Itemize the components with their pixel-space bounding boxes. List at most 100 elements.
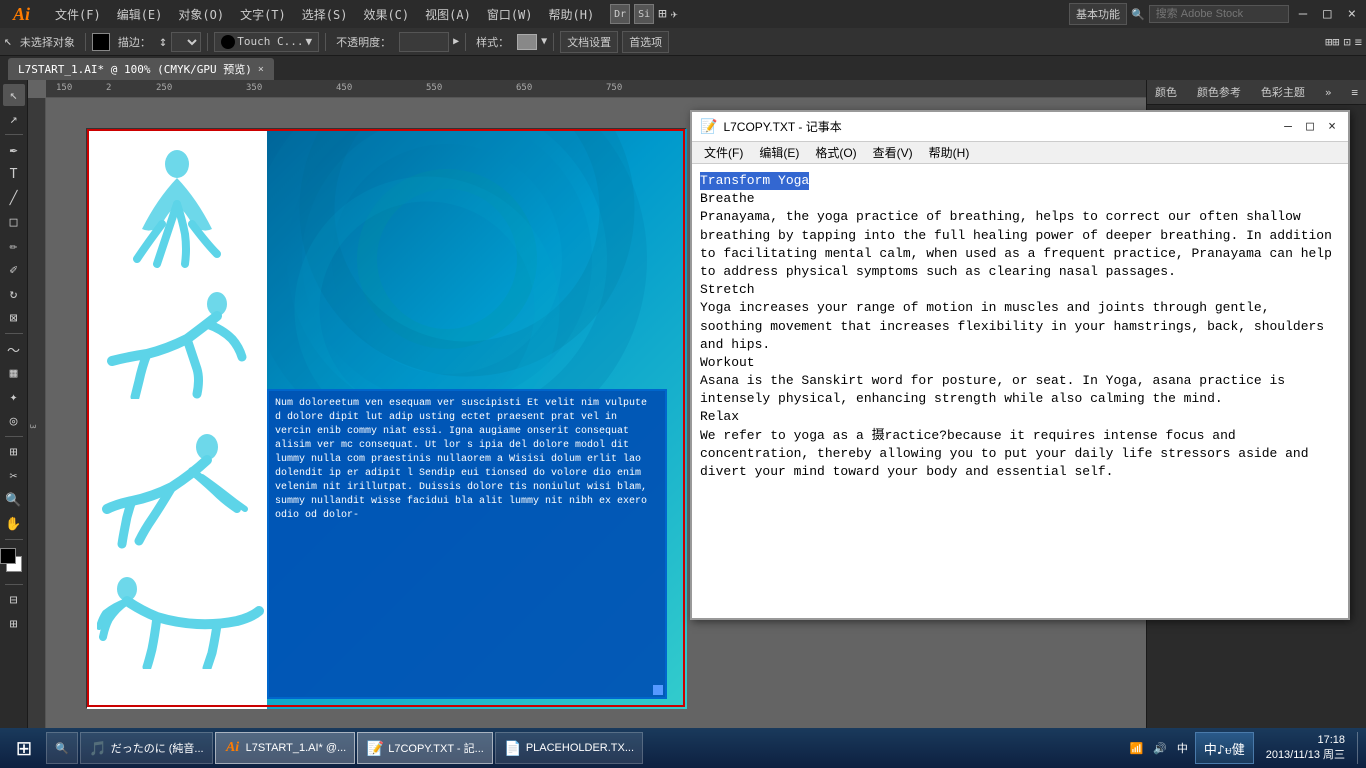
opacity-input[interactable]: 100% [399,32,449,52]
notepad-textarea[interactable] [692,164,1348,618]
menu-window[interactable]: 窗口(W) [479,4,541,25]
taskbar-placeholder-label: PLACEHOLDER.TX... [526,742,634,754]
select-tool-btn[interactable]: ↖ [3,84,25,106]
brush-tool-btn[interactable]: ✏ [3,235,25,257]
active-tab[interactable]: L7START_1.AI* @ 100% (CMYK/GPU 预览) × [8,58,274,80]
notepad-menu-view[interactable]: 查看(V) [865,142,921,163]
type-tool-btn[interactable]: T [3,163,25,185]
stock-search-input[interactable] [1149,5,1289,23]
transform-icon[interactable]: ⊡ [1344,35,1351,49]
menu-file[interactable]: 文件(F) [47,4,109,25]
network-icon[interactable]: 📶 [1126,740,1146,757]
style-chevron-icon[interactable]: ▼ [541,36,547,47]
stroke-icon[interactable]: ↕ [159,34,167,50]
menu-object[interactable]: 对象(O) [170,4,232,25]
system-clock[interactable]: 17:18 2013/11/13 周三 [1258,734,1353,762]
preferences-btn[interactable]: 首选项 [622,31,669,53]
notepad-titlebar[interactable]: 📝 L7COPY.TXT - 记事本 — □ × [692,112,1348,142]
taskbar-search-btn[interactable]: 🔍 [46,732,78,764]
taskbar: ⊞ 🔍 🎵 だったのに (純音... Ai L7START_1.AI* @...… [0,728,1366,768]
tab-close-btn[interactable]: × [258,64,264,75]
notepad-menubar: 文件(F) 编辑(E) 格式(O) 查看(V) 帮助(H) [692,142,1348,164]
taskbar-notepad-label: L7COPY.TXT - 記... [388,740,484,756]
menu-view[interactable]: 视图(A) [417,4,479,25]
pencil-tool-btn[interactable]: ✐ [3,259,25,281]
notepad-menu-help[interactable]: 帮助(H) [921,142,978,163]
warp-tool-btn[interactable]: 〜 [3,338,25,360]
extension-icon-2[interactable]: Si [634,4,654,24]
artboard-tool-btn[interactable]: ⊞ [3,441,25,463]
doc-settings-btn[interactable]: 文档设置 [560,31,618,53]
eyedropper-tool-btn[interactable]: ✦ [3,386,25,408]
color-themes-label: 色彩主题 [1261,84,1305,100]
design-text-content: Num doloreetum ven esequam ver suscipist… [275,397,659,523]
more-options-icon[interactable]: ≡ [1355,35,1362,49]
menu-edit[interactable]: 编辑(E) [109,4,171,25]
minimize-btn[interactable]: — [1293,6,1313,22]
notepad-menu-edit[interactable]: 编辑(E) [751,142,807,163]
maximize-btn[interactable]: □ [1317,6,1337,22]
notepad-minimize-btn[interactable]: — [1280,119,1296,135]
full-screen-btn[interactable]: ⊞ [3,613,25,635]
panel-menu-icon[interactable]: ≡ [1351,86,1358,99]
grid-icon[interactable]: ⊞ [658,6,666,22]
scale-tool-btn[interactable]: ⊠ [3,307,25,329]
menu-effect[interactable]: 效果(C) [355,4,417,25]
close-app-btn[interactable]: × [1342,6,1362,22]
color-panel-header[interactable]: 颜色 颜色参考 色彩主题 » ≡ [1147,80,1366,105]
selection-tool-icon[interactable]: ↖ [4,34,12,49]
notepad-menu-format[interactable]: 格式(O) [807,142,864,163]
fill-color-swatch[interactable] [92,33,110,51]
slice-tool-btn[interactable]: ✂ [3,465,25,487]
pen-tool-btn[interactable]: ✒ [3,139,25,161]
taskbar-item-music[interactable]: 🎵 だったのに (純音... [80,732,213,764]
arrow-icon[interactable]: ✈ [671,7,678,21]
direct-select-btn[interactable]: ↗ [3,108,25,130]
graph-tool-btn[interactable]: ▦ [3,362,25,384]
panel-expand-icon[interactable]: » [1325,86,1332,99]
stroke-select[interactable] [171,32,201,52]
design-canvas[interactable]: Num doloreetum ven esequam ver suscipist… [86,128,686,708]
change-screen-btn[interactable]: ⊟ [3,589,25,611]
notepad-app-icon: 📝 [366,739,384,757]
opacity-chevron-icon[interactable]: ▶ [453,36,459,47]
notepad-maximize-btn[interactable]: □ [1302,119,1318,135]
blend-tool-btn[interactable]: ◎ [3,410,25,432]
extension-icon-1[interactable]: Dr [610,4,630,24]
toolbar-sep-3 [325,33,326,51]
design-text-box[interactable]: Num doloreetum ven esequam ver suscipist… [267,389,667,699]
ime-indicator[interactable]: 中♪ᵾ健 [1195,732,1254,764]
menu-select[interactable]: 选择(S) [294,4,356,25]
resize-handle[interactable] [653,685,663,695]
foreground-color-swatch[interactable] [0,548,16,564]
workspace-btn[interactable]: 基本功能 [1069,3,1127,25]
ruler-left: 345678910 [28,98,46,744]
tool-sep-3 [5,436,23,437]
hand-tool-btn[interactable]: ✋ [3,513,25,535]
style-swatch[interactable] [517,34,537,50]
zoom-tool-btn[interactable]: 🔍 [3,489,25,511]
input-method-icon[interactable]: 中 [1174,738,1191,758]
taskbar-item-placeholder[interactable]: 📄 PLACEHOLDER.TX... [495,732,643,764]
rotate-tool-btn[interactable]: ↻ [3,283,25,305]
music-app-icon: 🎵 [89,739,107,757]
notepad-title: L7COPY.TXT - 记事本 [723,118,1274,135]
style-label: 样式： [472,32,513,52]
no-selection-label: 未选择对象 [16,32,79,52]
rect-tool-btn[interactable]: □ [3,211,25,233]
notepad-icon: 📝 [700,119,717,135]
volume-icon[interactable]: 🔊 [1150,740,1170,757]
line-tool-btn[interactable]: ╱ [3,187,25,209]
tab-label: L7START_1.AI* @ 100% (CMYK/GPU 预览) [18,61,252,77]
notepad-close-btn[interactable]: × [1324,119,1340,135]
taskbar-item-illustrator[interactable]: Ai L7START_1.AI* @... [215,732,356,764]
show-desktop-btn[interactable] [1357,732,1362,764]
start-button[interactable]: ⊞ [4,732,44,764]
notepad-menu-file[interactable]: 文件(F) [696,142,751,163]
left-toolbox: ↖ ↗ ✒ T ╱ □ ✏ ✐ ↻ ⊠ 〜 ▦ ✦ ◎ ⊞ ✂ 🔍 ✋ ⊟ ⊞ [0,80,28,744]
menu-help[interactable]: 帮助(H) [541,4,603,25]
taskbar-item-notepad[interactable]: 📝 L7COPY.TXT - 記... [357,732,493,764]
touch-btn[interactable]: Touch C... ▼ [214,32,319,52]
arrange-icon[interactable]: ⊞⊞ [1325,35,1339,49]
menu-text[interactable]: 文字(T) [232,4,294,25]
